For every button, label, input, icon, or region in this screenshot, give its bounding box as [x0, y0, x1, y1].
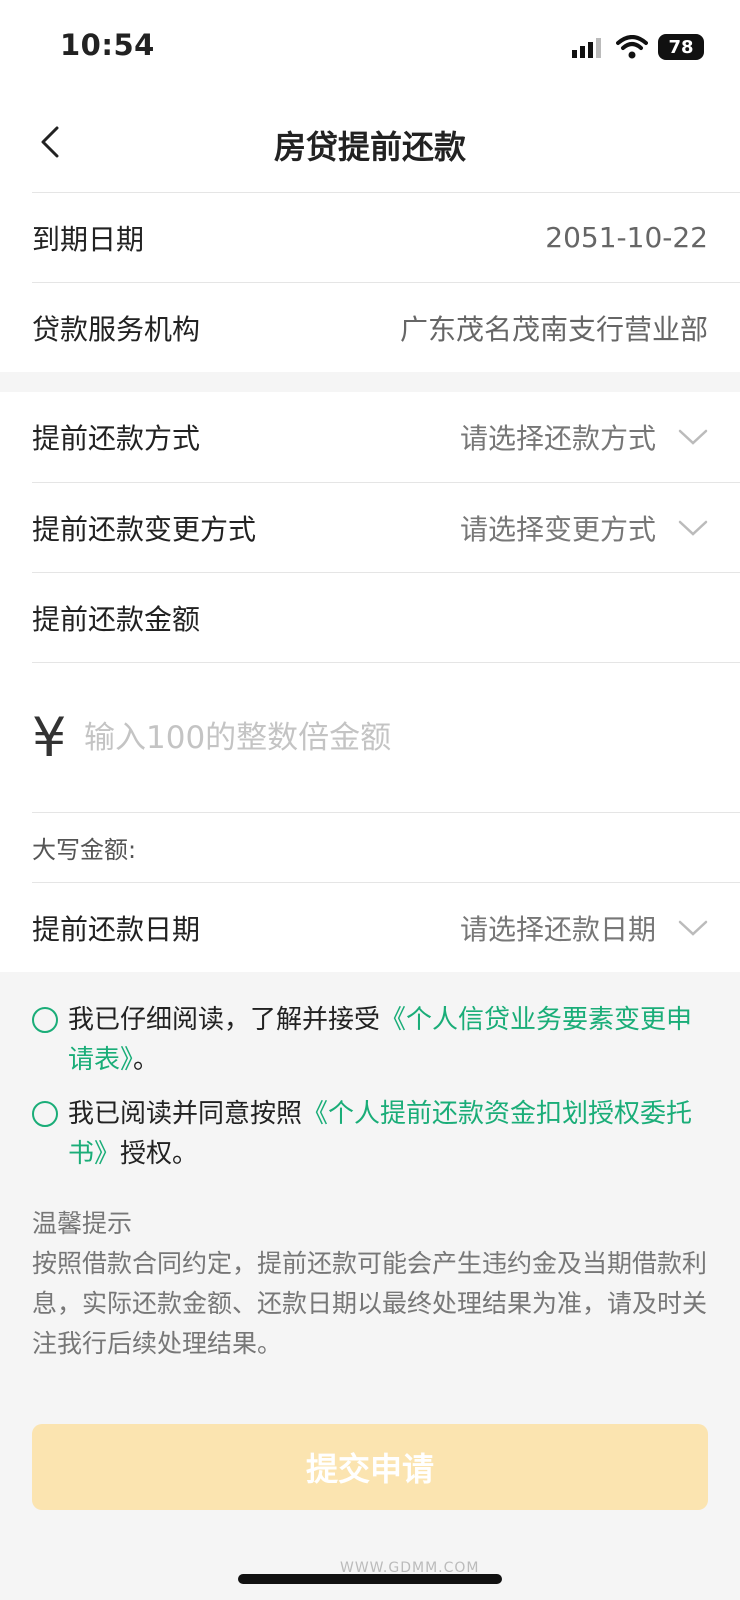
section-divider	[0, 372, 740, 392]
change-method-value: 请选择变更方式	[459, 512, 656, 546]
caps-amount-row: 大写金额:	[32, 812, 740, 882]
status-bar: 10:54 78	[0, 0, 740, 92]
agreement-prefix: 我已仔细阅读，了解并接受	[68, 1005, 381, 1035]
chevron-down-icon	[678, 520, 708, 536]
repay-date-value: 请选择还款日期	[459, 912, 656, 946]
chevron-down-icon	[678, 429, 708, 445]
agreement-radio[interactable]	[32, 1007, 58, 1033]
due-date-value: 2051-10-22	[545, 221, 708, 254]
status-time: 10:54	[60, 28, 155, 62]
agreement-text: 我已仔细阅读，了解并接受《个人信贷业务要素变更申请表》。	[68, 1000, 708, 1080]
watermark: WWW.GDMM.COM	[340, 1560, 480, 1576]
agreement-item: 我已阅读并同意按照《个人提前还款资金扣划授权委托书》授权。	[32, 1094, 708, 1174]
amount-input-row: ¥	[32, 662, 740, 812]
change-method-label: 提前还款变更方式	[32, 512, 257, 546]
agreement-text: 我已阅读并同意按照《个人提前还款资金扣划授权委托书》授权。	[68, 1094, 708, 1174]
repay-date-row[interactable]: 提前还款日期 请选择还款日期	[32, 882, 740, 972]
tips-title: 温馨提示	[32, 1209, 133, 1238]
amount-input[interactable]	[84, 719, 684, 756]
battery-icon: 78	[658, 34, 704, 60]
yen-icon: ¥	[32, 706, 67, 769]
due-date-row: 到期日期 2051-10-22	[32, 192, 740, 282]
due-date-label: 到期日期	[32, 222, 145, 256]
repayment-form: 提前还款方式 请选择还款方式 提前还款变更方式 请选择变更方式 提前还款金额 ¥…	[0, 392, 740, 972]
amount-label: 提前还款金额	[32, 602, 201, 636]
branch-row: 贷款服务机构 广东茂名茂南支行营业部	[32, 282, 740, 372]
repay-method-select[interactable]: 请选择还款方式	[460, 417, 708, 457]
tips-section: 温馨提示 按照借款合同约定，提前还款可能会产生违约金及当期借款利息，实际还款金额…	[0, 1188, 740, 1364]
nav-bar: 房贷提前还款	[0, 92, 740, 192]
submit-button[interactable]: 提交申请	[32, 1424, 708, 1510]
page-title: 房贷提前还款	[273, 128, 466, 166]
chevron-down-icon	[678, 920, 708, 936]
agreement-prefix: 我已阅读并同意按照	[68, 1099, 303, 1129]
signal-icon	[572, 38, 601, 58]
change-method-row[interactable]: 提前还款变更方式 请选择变更方式	[32, 482, 740, 572]
amount-label-row: 提前还款金额	[32, 572, 740, 662]
branch-label: 贷款服务机构	[32, 312, 201, 346]
tips-body: 按照借款合同约定，提前还款可能会产生违约金及当期借款利息，实际还款金额、还款日期…	[32, 1249, 708, 1358]
change-method-select[interactable]: 请选择变更方式	[460, 508, 708, 548]
agreement-suffix: 授权。	[120, 1139, 199, 1169]
repay-method-value: 请选择还款方式	[459, 422, 656, 455]
agreements: 我已仔细阅读，了解并接受《个人信贷业务要素变更申请表》。 我已阅读并同意按照《个…	[0, 972, 740, 1174]
status-icons: 78	[572, 30, 704, 64]
wifi-icon	[616, 35, 648, 59]
branch-value: 广东茂名茂南支行营业部	[399, 312, 708, 346]
agreement-item: 我已仔细阅读，了解并接受《个人信贷业务要素变更申请表》。	[32, 1000, 708, 1080]
repay-date-label: 提前还款日期	[32, 912, 201, 946]
agreement-radio[interactable]	[32, 1101, 58, 1127]
repay-date-select[interactable]: 请选择还款日期	[460, 908, 708, 948]
repay-method-row[interactable]: 提前还款方式 请选择还款方式	[32, 392, 740, 482]
header-area: 10:54 78 房贷提前还款	[0, 0, 740, 192]
agreement-suffix: 。	[133, 1045, 160, 1075]
repay-method-label: 提前还款方式	[32, 422, 201, 455]
loan-info-section: 到期日期 2051-10-22 贷款服务机构 广东茂名茂南支行营业部	[0, 192, 740, 372]
caps-amount-label: 大写金额:	[32, 836, 137, 864]
